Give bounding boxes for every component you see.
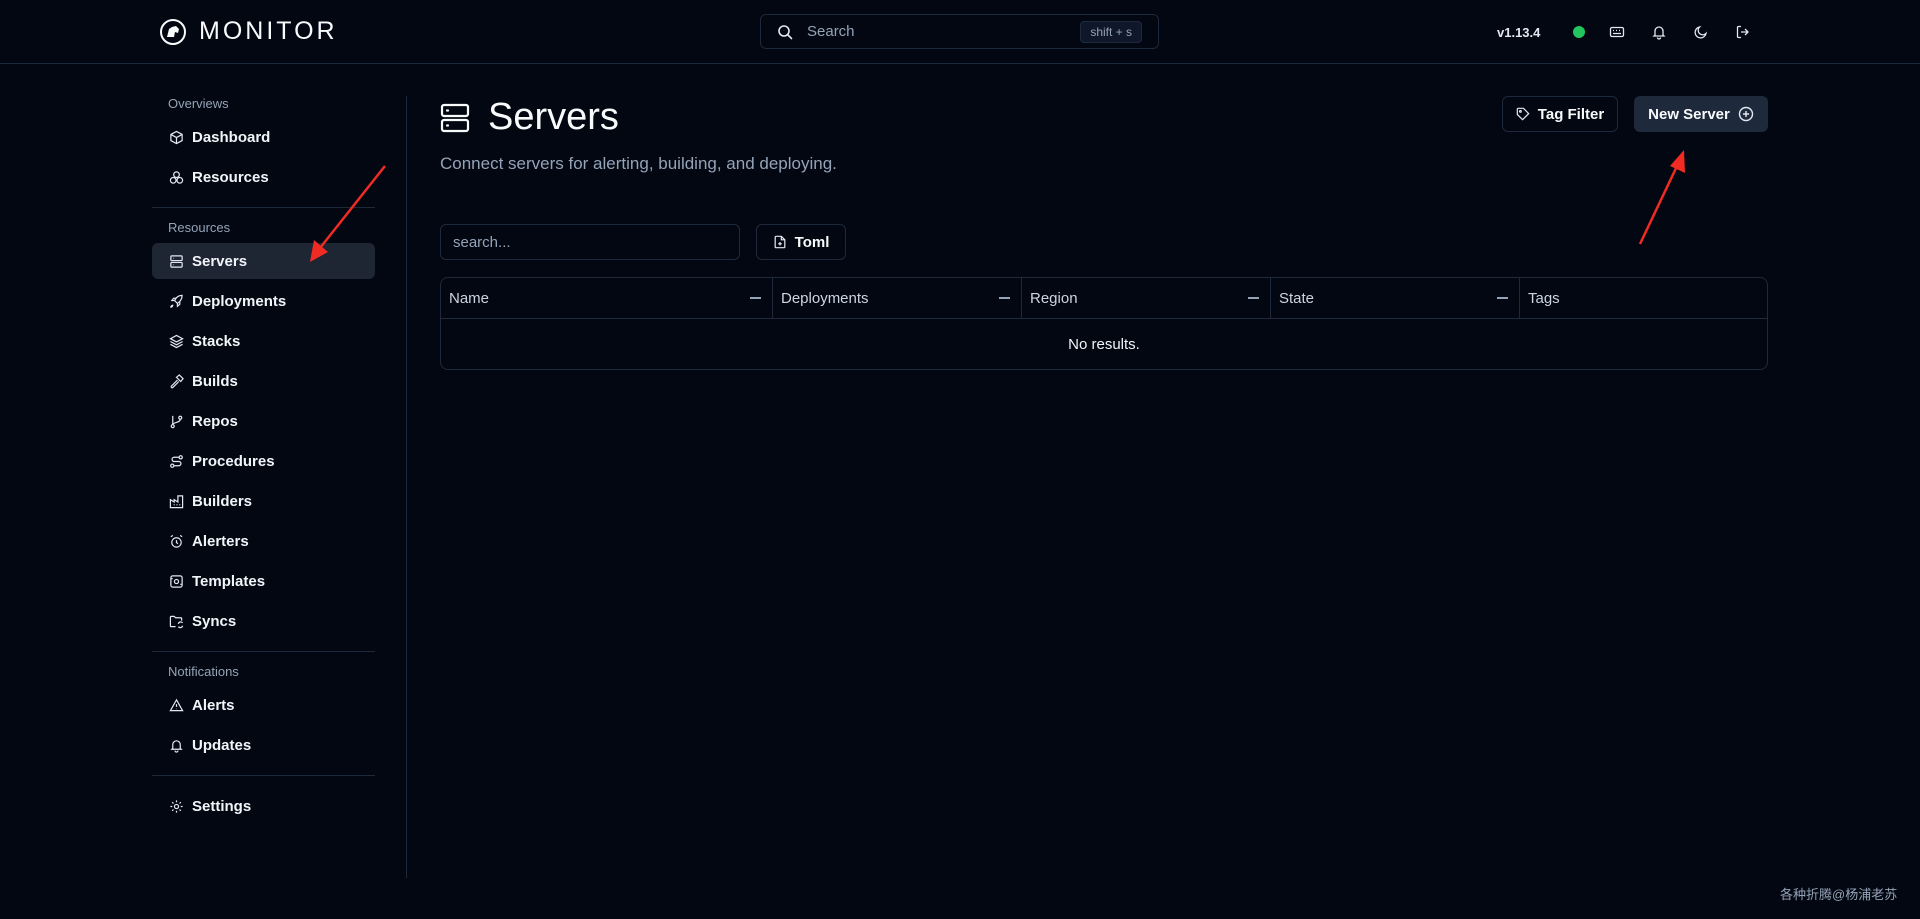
bell-icon — [168, 737, 184, 753]
search-shortcut-badge: shift + s — [1080, 20, 1142, 43]
box-icon — [168, 129, 184, 145]
sidebar-border — [406, 96, 407, 878]
sidebar-item-dashboard[interactable]: Dashboard — [152, 119, 375, 155]
sidebar-item-deployments[interactable]: Deployments — [152, 283, 375, 319]
annotation-arrow-servers — [310, 165, 386, 262]
sidebar-divider — [152, 775, 375, 776]
app-logo[interactable]: MONITOR — [159, 17, 338, 46]
sidebar-item-label: Settings — [192, 797, 252, 815]
sidebar-item-label: Templates — [192, 572, 266, 590]
table-header: Name Deployments Region State Tags — [441, 278, 1767, 319]
gear-icon — [168, 798, 184, 814]
section-label-notifications: Notifications — [168, 664, 239, 679]
column-label: Deployments — [781, 289, 869, 307]
sidebar-item-label: Servers — [192, 252, 248, 270]
tag-icon — [1516, 107, 1530, 121]
bell-icon[interactable] — [1649, 22, 1669, 42]
column-header-name[interactable]: Name — [441, 278, 773, 318]
header-actions: v1.13.4 — [1497, 22, 1753, 42]
new-server-button[interactable]: New Server — [1634, 96, 1768, 132]
sidebar-item-label: Repos — [192, 412, 238, 430]
watermark-text: 各种折腾@杨浦老苏 — [1780, 887, 1898, 902]
sidebar-item-settings[interactable]: Settings — [152, 788, 375, 824]
column-label: State — [1279, 289, 1315, 307]
sidebar-divider — [152, 651, 375, 652]
minus-icon[interactable] — [999, 297, 1010, 299]
toml-label: Toml — [794, 233, 830, 251]
search-icon — [777, 24, 793, 40]
keyboard-icon[interactable] — [1607, 22, 1627, 42]
minus-icon[interactable] — [1248, 297, 1259, 299]
sidebar-item-templates[interactable]: Templates — [152, 563, 375, 599]
git-branch-icon — [168, 413, 184, 429]
sidebar-item-label: Updates — [192, 736, 252, 754]
factory-icon — [168, 493, 184, 509]
sidebar-item-label: Resources — [192, 168, 269, 186]
app-name: MONITOR — [199, 17, 338, 45]
alert-triangle-icon — [168, 697, 184, 713]
alarm-clock-icon — [168, 533, 184, 549]
server-icon — [440, 103, 470, 133]
sidebar-item-label: Alerters — [192, 532, 249, 550]
annotation-arrow-new-server — [1638, 150, 1685, 245]
tag-filter-label: Tag Filter — [1537, 105, 1605, 123]
page-header: Servers — [440, 96, 619, 139]
top-header: MONITOR Search shift + s v1.13.4 — [0, 0, 1920, 64]
sidebar-item-label: Stacks — [192, 332, 241, 350]
server-search-input[interactable] — [440, 224, 740, 260]
sidebar-item-label: Alerts — [192, 696, 235, 714]
sidebar-item-repos[interactable]: Repos — [152, 403, 375, 439]
column-header-deployments[interactable]: Deployments — [773, 278, 1022, 318]
hammer-icon — [168, 373, 184, 389]
rocket-icon — [168, 293, 184, 309]
column-label: Name — [449, 289, 490, 307]
column-label: Region — [1030, 289, 1078, 307]
file-icon — [773, 235, 787, 249]
connection-status-dot — [1573, 26, 1586, 38]
column-header-state[interactable]: State — [1271, 278, 1520, 318]
sidebar-item-builders[interactable]: Builders — [152, 483, 375, 519]
monitor-logo-icon — [159, 18, 187, 46]
folder-sync-icon — [168, 613, 184, 629]
sidebar-item-procedures[interactable]: Procedures — [152, 443, 375, 479]
servers-table: Name Deployments Region State Tags No re… — [440, 277, 1768, 370]
layers-icon — [168, 333, 184, 349]
page-subtitle: Connect servers for alerting, building, … — [440, 154, 837, 173]
sidebar-item-label: Dashboard — [192, 128, 271, 146]
section-label-overviews: Overviews — [168, 96, 229, 111]
sidebar-item-label: Deployments — [192, 292, 287, 310]
column-label: Tags — [1528, 289, 1560, 307]
sidebar-item-label: Builds — [192, 372, 238, 390]
sidebar-item-builds[interactable]: Builds — [152, 363, 375, 399]
moon-icon[interactable] — [1691, 22, 1711, 42]
sidebar-item-updates[interactable]: Updates — [152, 727, 375, 763]
toml-button[interactable]: Toml — [756, 224, 846, 260]
tag-filter-button[interactable]: Tag Filter — [1502, 96, 1618, 132]
sidebar-item-label: Builders — [192, 492, 253, 510]
empty-state-message: No results. — [1068, 336, 1140, 353]
global-search[interactable]: Search shift + s — [760, 14, 1159, 49]
minus-icon[interactable] — [750, 297, 761, 299]
sidebar-item-label: Syncs — [192, 612, 237, 630]
sidebar-item-stacks[interactable]: Stacks — [152, 323, 375, 359]
plus-circle-icon — [1738, 106, 1754, 122]
sidebar-item-alerters[interactable]: Alerters — [152, 523, 375, 559]
minus-icon[interactable] — [1497, 297, 1508, 299]
template-icon — [168, 573, 184, 589]
column-header-tags[interactable]: Tags — [1520, 278, 1767, 318]
sidebar-item-alerts[interactable]: Alerts — [152, 687, 375, 723]
sidebar-item-label: Procedures — [192, 452, 275, 470]
new-server-label: New Server — [1648, 105, 1730, 123]
sidebar-item-syncs[interactable]: Syncs — [152, 603, 375, 639]
route-icon — [168, 453, 184, 469]
server-icon — [168, 253, 184, 269]
page-title: Servers — [488, 96, 619, 138]
logout-icon[interactable] — [1733, 22, 1753, 42]
boxes-icon — [168, 169, 184, 185]
column-header-region[interactable]: Region — [1022, 278, 1271, 318]
search-placeholder: Search — [807, 23, 855, 40]
version-label: v1.13.4 — [1497, 24, 1541, 40]
